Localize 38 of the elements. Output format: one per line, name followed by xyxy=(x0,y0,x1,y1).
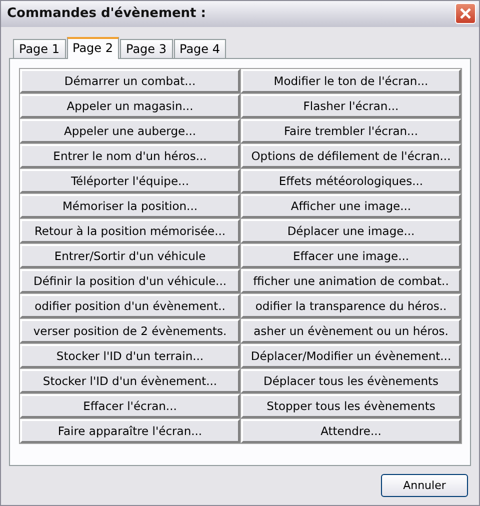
command-button[interactable]: Faire apparaître l'écran... xyxy=(20,418,240,443)
command-button[interactable]: Stopper tous les évènements xyxy=(241,394,461,418)
command-button[interactable]: Modifier le ton de l'écran... xyxy=(241,68,461,93)
command-button[interactable]: Effets météorologiques... xyxy=(241,168,461,193)
command-button[interactable]: verser position de 2 évènements. xyxy=(20,318,240,343)
cancel-button[interactable]: Annuler xyxy=(381,474,468,497)
command-button[interactable]: Déplacer une image... xyxy=(241,218,461,243)
command-button[interactable]: Effacer une image... xyxy=(241,244,461,268)
command-button[interactable]: Démarrer un combat... xyxy=(20,68,240,93)
tab[interactable]: Page 3 xyxy=(120,38,172,58)
command-button[interactable]: Faire trembler l'écran... xyxy=(241,118,461,143)
command-button[interactable]: Flasher l'écran... xyxy=(241,94,461,118)
command-button[interactable]: Entrer/Sortir d'un véhicule xyxy=(20,244,240,268)
command-button[interactable]: Stocker l'ID d'un évènement... xyxy=(20,368,240,393)
command-button[interactable]: asher un évènement ou un héros. xyxy=(241,318,461,343)
close-button[interactable] xyxy=(455,3,476,24)
command-button[interactable]: Retour à la position mémorisée... xyxy=(20,218,240,243)
command-button[interactable]: Téléporter l'équipe... xyxy=(20,168,240,193)
tab[interactable]: Page 2 xyxy=(66,36,119,59)
command-button[interactable]: Appeler un magasin... xyxy=(20,94,240,118)
tab[interactable]: Page 4 xyxy=(174,38,226,58)
command-button[interactable]: Mémoriser la position... xyxy=(20,194,240,218)
command-button[interactable]: Déplacer/Modifier un évènement... xyxy=(241,344,461,368)
command-button[interactable]: Déplacer tous les évènements xyxy=(241,368,461,393)
command-button[interactable]: Entrer le nom d'un héros... xyxy=(20,144,240,168)
close-icon xyxy=(459,7,472,20)
command-button[interactable]: Afficher une image... xyxy=(241,194,461,218)
command-button[interactable]: Attendre... xyxy=(241,418,461,443)
command-button[interactable]: Options de défilement de l'écran... xyxy=(241,144,461,168)
command-button[interactable]: Effacer l'écran... xyxy=(20,394,240,418)
command-button[interactable]: Stocker l'ID d'un terrain... xyxy=(20,344,240,368)
command-button[interactable]: fficher une animation de combat.. xyxy=(241,268,461,293)
command-button[interactable]: Définir la position d'un véhicule... xyxy=(20,268,240,293)
command-button[interactable]: odifier position d'un évènement.. xyxy=(20,294,240,318)
command-button[interactable]: Appeler une auberge... xyxy=(20,118,240,143)
command-button[interactable]: odifier la transparence du héros.. xyxy=(241,294,461,318)
tab[interactable]: Page 1 xyxy=(13,38,66,58)
window-title: Commandes d'évènement : xyxy=(7,6,206,22)
